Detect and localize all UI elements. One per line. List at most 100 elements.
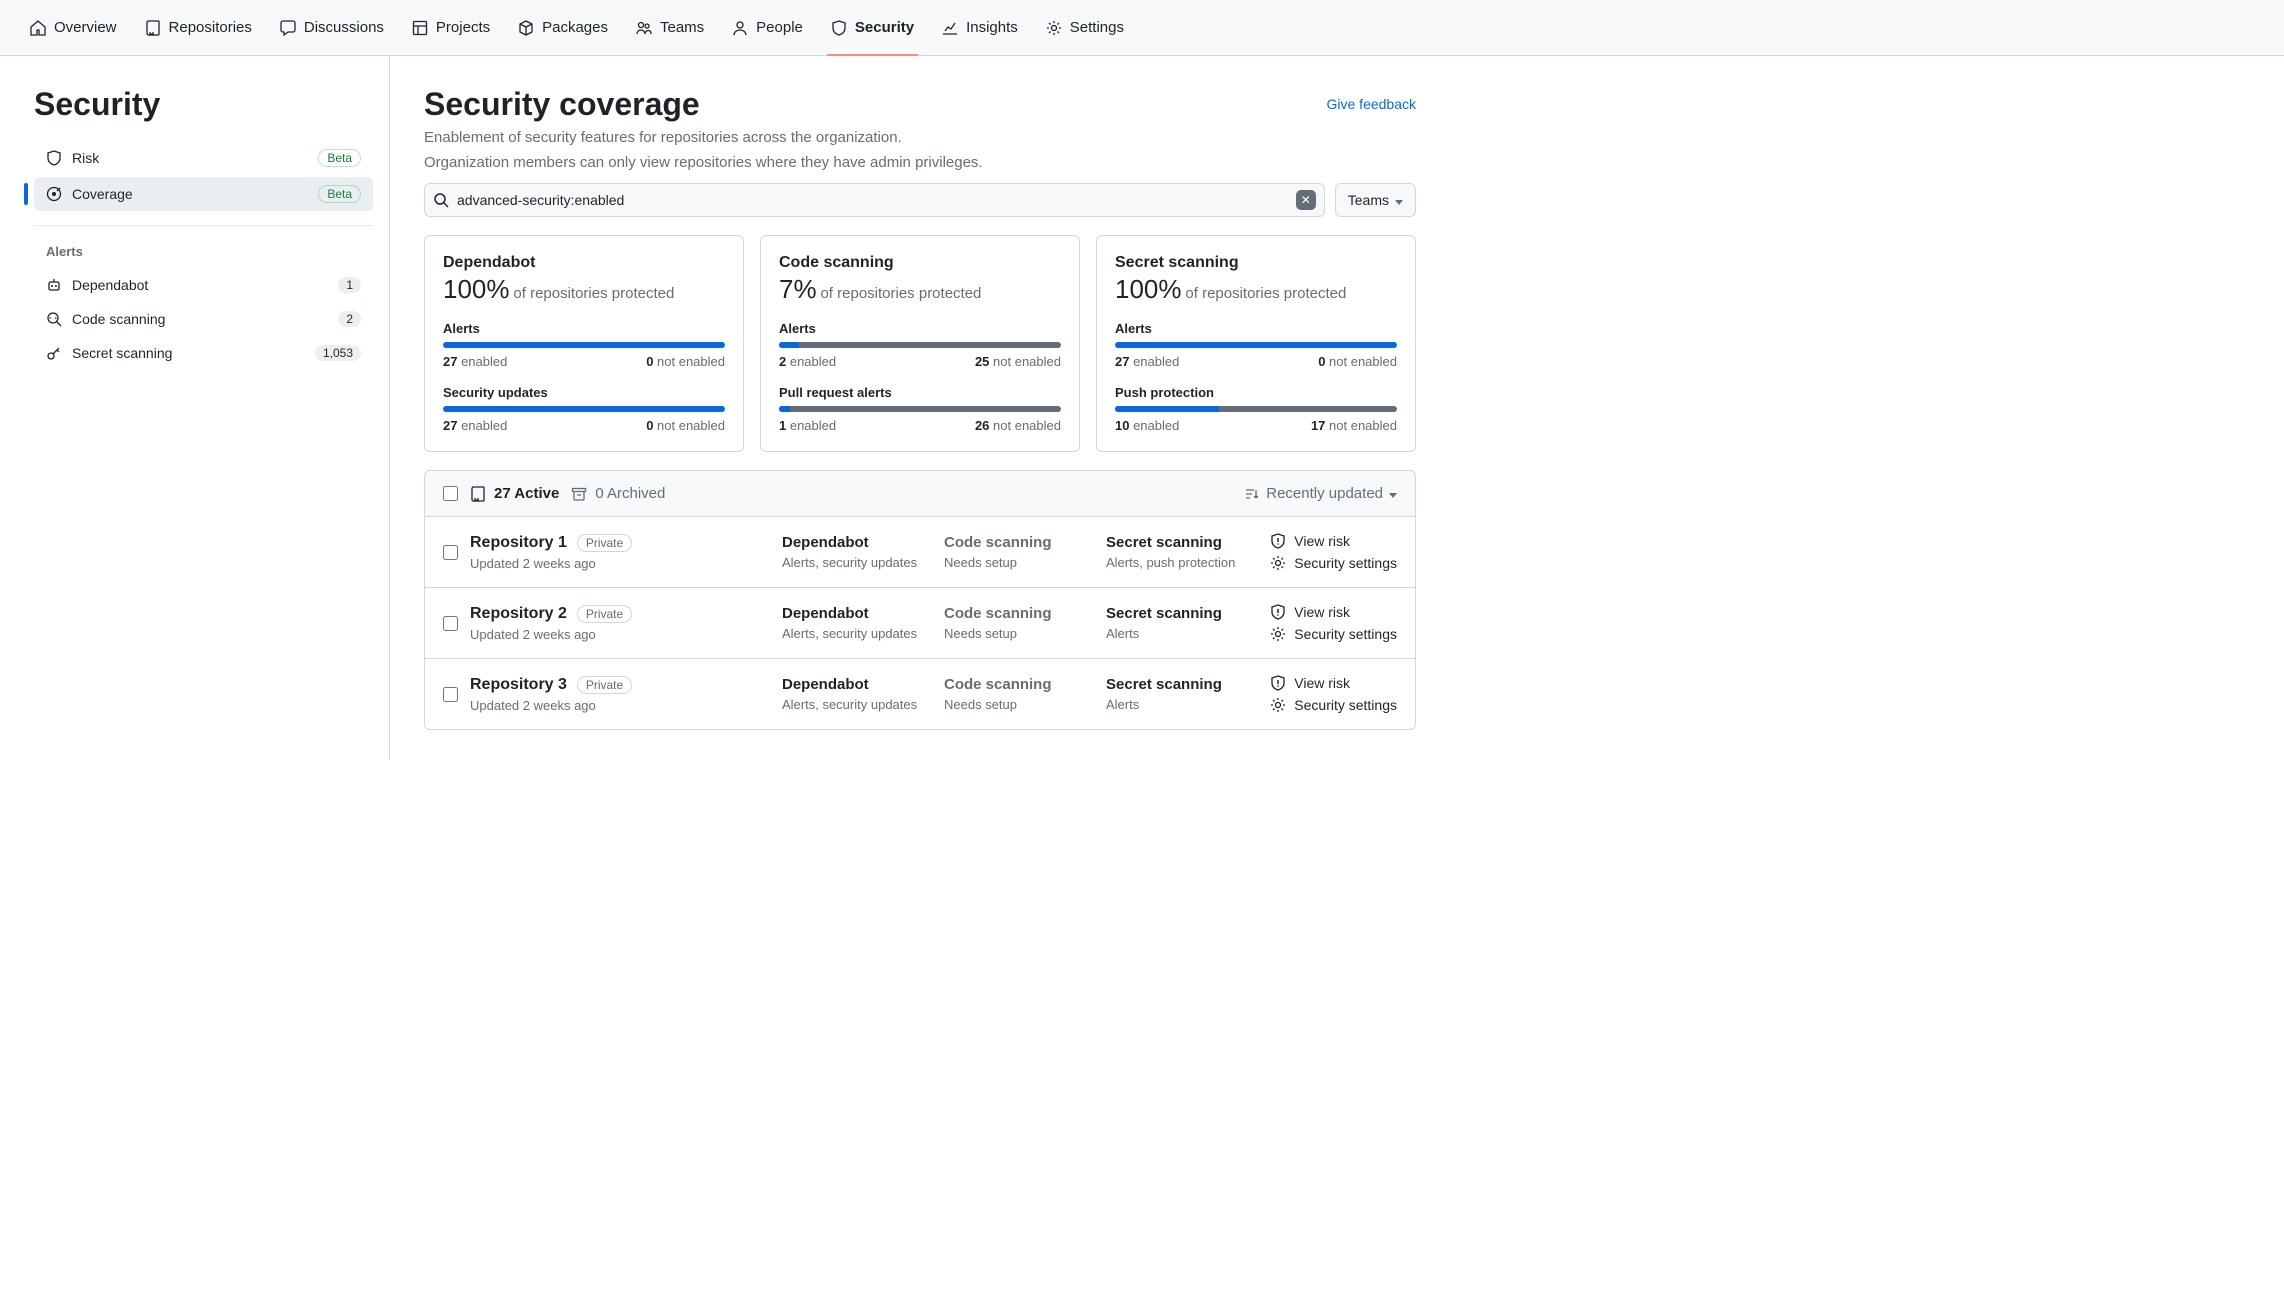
select-all-checkbox[interactable] [443, 486, 458, 501]
card-percent: 100% [443, 274, 510, 304]
card-percent: 7% [779, 274, 817, 304]
archived-count-label: 0 Archived [595, 485, 665, 502]
sidebar-item-risk[interactable]: Risk Beta [34, 141, 373, 175]
main-content: Security coverage Enablement of security… [390, 56, 1450, 760]
shield-alert-icon [1270, 533, 1286, 549]
col-code-scanning: Code scanningNeeds setup [944, 676, 1094, 712]
topnav-teams[interactable]: Teams [624, 0, 716, 56]
shield-alert-icon [1270, 675, 1286, 691]
bar-legend: 27 enabled 0 not enabled [443, 418, 725, 433]
people-icon [636, 20, 652, 36]
row-checkbox[interactable] [443, 687, 458, 702]
col-name: Repository 2 Private Updated 2 weeks ago [470, 605, 770, 642]
topnav-settings[interactable]: Settings [1034, 0, 1136, 56]
sidebar-item-label: Coverage [72, 186, 133, 202]
view-risk-link[interactable]: View risk [1270, 675, 1397, 691]
topnav-projects[interactable]: Projects [400, 0, 502, 56]
visibility-badge: Private [577, 605, 632, 623]
sidebar-alerts-heading: Alerts [34, 240, 373, 269]
feature-sub: Needs setup [944, 697, 1094, 712]
updated-text: Updated 2 weeks ago [470, 698, 770, 713]
row-actions: View risk Security settings [1270, 533, 1397, 571]
graph-icon [942, 20, 958, 36]
topnav-people[interactable]: People [720, 0, 815, 56]
bar-legend: 2 enabled 25 not enabled [779, 354, 1061, 369]
view-risk-link[interactable]: View risk [1270, 533, 1397, 549]
card-code-scanning: Code scanning 7% of repositories protect… [760, 235, 1080, 452]
progress-bar [443, 342, 725, 348]
metric-label: Push protection [1115, 385, 1397, 400]
row-checkbox[interactable] [443, 616, 458, 631]
view-risk-link[interactable]: View risk [1270, 604, 1397, 620]
card-title: Code scanning [779, 254, 1061, 272]
archived-tab[interactable]: 0 Archived [571, 485, 665, 502]
sidebar-item-coverage[interactable]: CoverageBeta [34, 177, 373, 211]
topnav-repositories[interactable]: Repositories [133, 0, 264, 56]
topnav-insights[interactable]: Insights [930, 0, 1030, 56]
metric-label: Pull request alerts [779, 385, 1061, 400]
package-icon [518, 20, 534, 36]
sort-label: Recently updated [1266, 485, 1383, 502]
top-nav: OverviewRepositoriesDiscussionsProjectsP… [0, 0, 2284, 56]
shield-alert-icon [1270, 604, 1286, 620]
col-secret-scanning: Secret scanning Alerts, push protection [1106, 534, 1256, 570]
progress-bar [779, 406, 1061, 412]
bar-legend: 1 enabled 26 not enabled [779, 418, 1061, 433]
active-tab[interactable]: 27 Active [470, 485, 559, 502]
visibility-badge: Private [577, 676, 632, 694]
feature-title: Dependabot [782, 534, 932, 551]
count-badge: 1 [338, 277, 361, 293]
metric-label: Alerts [443, 321, 725, 336]
sort-button[interactable]: Recently updated [1244, 485, 1397, 502]
metric-label: Security updates [443, 385, 725, 400]
count-badge: 2 [338, 311, 361, 327]
row-checkbox[interactable] [443, 545, 458, 560]
feature-sub: Needs setup [944, 555, 1094, 570]
search-box[interactable]: ✕ [424, 183, 1325, 217]
topnav-security[interactable]: Security [819, 0, 926, 56]
feature-title: Dependabot [782, 605, 932, 622]
card-percent-suffix: of repositories protected [820, 285, 981, 302]
shield-icon [46, 150, 62, 166]
repo-name-link[interactable]: Repository 3 [470, 676, 567, 694]
feature-sub: Needs setup [944, 626, 1094, 641]
metric-label: Alerts [1115, 321, 1397, 336]
sidebar-title: Security [34, 86, 373, 123]
sidebar-item-dependabot[interactable]: Dependabot1 [34, 269, 373, 301]
search-icon [433, 192, 449, 208]
sidebar-item-code-scanning[interactable]: Code scanning2 [34, 303, 373, 335]
progress-bar [1115, 406, 1397, 412]
topnav-label: People [756, 19, 803, 36]
topnav-overview[interactable]: Overview [18, 0, 129, 56]
security-settings-link[interactable]: Security settings [1270, 555, 1397, 571]
search-input[interactable] [457, 192, 1288, 208]
feature-title: Secret scanning [1106, 534, 1256, 551]
gear-icon [1270, 697, 1286, 713]
updated-text: Updated 2 weeks ago [470, 556, 770, 571]
security-settings-link[interactable]: Security settings [1270, 626, 1397, 642]
teams-filter-button[interactable]: Teams [1335, 183, 1416, 217]
sort-icon [1244, 486, 1260, 502]
beta-badge: Beta [318, 149, 361, 167]
repo-name-link[interactable]: Repository 1 [470, 534, 567, 552]
give-feedback-link[interactable]: Give feedback [1327, 96, 1417, 112]
feature-title: Code scanning [944, 534, 1094, 551]
visibility-badge: Private [577, 534, 632, 552]
topnav-discussions[interactable]: Discussions [268, 0, 396, 56]
sidebar-item-secret-scanning[interactable]: Secret scanning1,053 [34, 337, 373, 369]
progress-bar [1115, 342, 1397, 348]
col-dependabot: DependabotAlerts, security updates [782, 534, 932, 570]
count-badge: 1,053 [315, 345, 361, 361]
gear-icon [1270, 626, 1286, 642]
topnav-label: Overview [54, 19, 117, 36]
topnav-packages[interactable]: Packages [506, 0, 620, 56]
sidebar-item-label: Risk [72, 150, 99, 166]
security-settings-link[interactable]: Security settings [1270, 697, 1397, 713]
gear-icon [1046, 20, 1062, 36]
bot-icon [46, 277, 62, 293]
feature-sub: Alerts, push protection [1106, 555, 1256, 570]
repo-name-link[interactable]: Repository 2 [470, 605, 567, 623]
clear-search-button[interactable]: ✕ [1296, 190, 1316, 210]
repo-icon [145, 20, 161, 36]
bar-legend: 27 enabled 0 not enabled [443, 354, 725, 369]
